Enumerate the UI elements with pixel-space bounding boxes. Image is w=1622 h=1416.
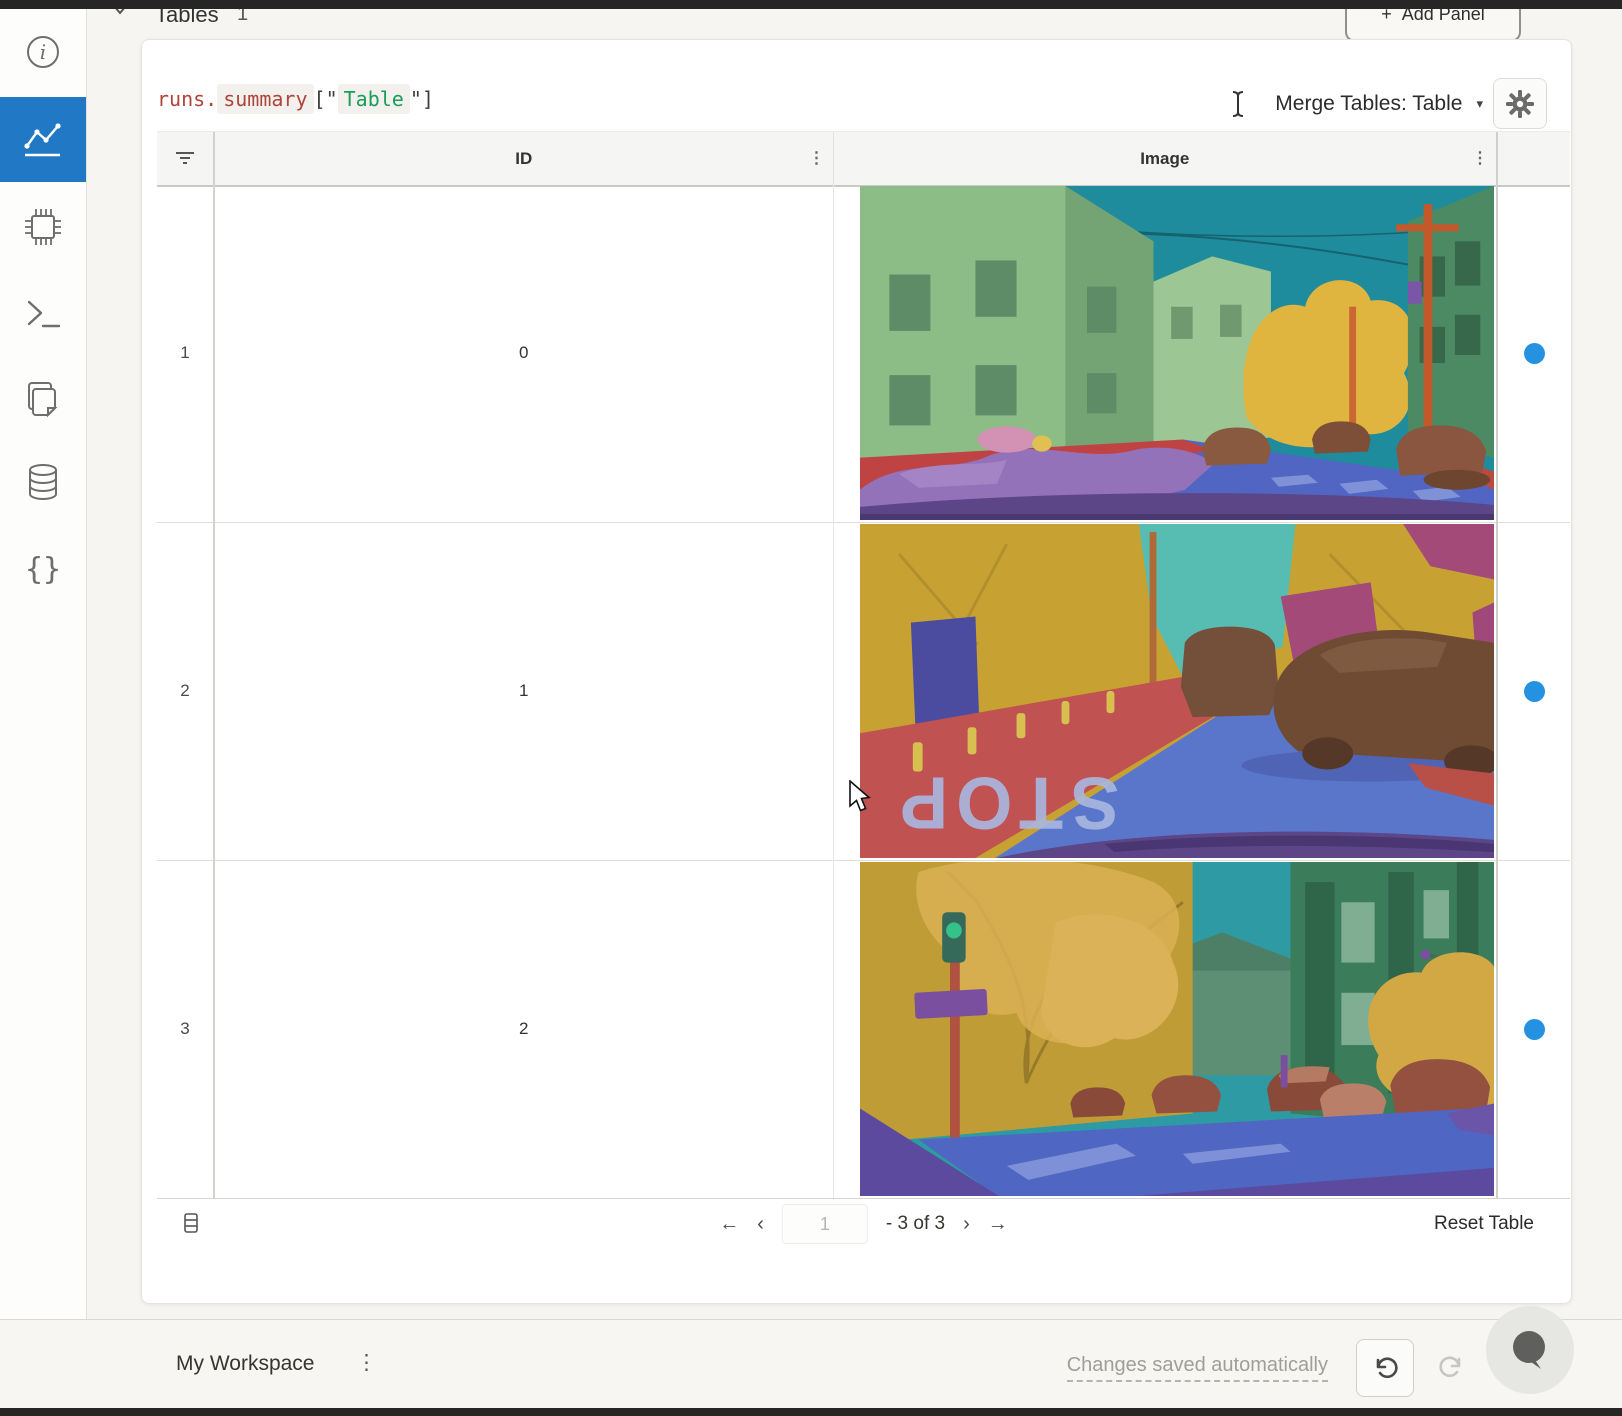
reset-table-button[interactable]: Reset Table xyxy=(1434,1213,1534,1235)
chart-icon xyxy=(19,118,67,162)
svg-text:STOP: STOP xyxy=(892,761,1119,844)
mouse-cursor xyxy=(848,780,874,814)
last-page-button[interactable]: → xyxy=(988,1213,1008,1236)
filter-cell[interactable] xyxy=(157,132,215,185)
column-header-id[interactable]: ID ⋮ xyxy=(215,132,833,185)
panel-settings-button[interactable] xyxy=(1493,78,1547,129)
chat-button[interactable] xyxy=(1486,1306,1574,1394)
sidebar-item-charts[interactable] xyxy=(0,97,86,182)
column-menu-icon[interactable]: ⋮ xyxy=(1472,151,1488,167)
pagination: ← ‹ 1 - 3 of 3 › → xyxy=(719,1204,1008,1244)
gear-icon xyxy=(1505,89,1535,119)
undo-icon xyxy=(1371,1354,1399,1382)
svg-text:i: i xyxy=(40,40,46,64)
rows-count-icon[interactable] xyxy=(184,1213,198,1233)
cell-row-select[interactable] xyxy=(1496,522,1570,860)
filter-icon xyxy=(175,151,195,167)
query-obj: runs xyxy=(157,87,205,111)
workspace-title[interactable]: My Workspace xyxy=(176,1352,314,1376)
cell-image[interactable]: STOP xyxy=(833,522,1497,860)
browser-bottom-strip xyxy=(0,1408,1622,1416)
workspace-menu-icon[interactable]: ⋮ xyxy=(356,1350,377,1375)
cell-image[interactable] xyxy=(833,184,1497,522)
row-number: 2 xyxy=(157,522,215,860)
row-number: 1 xyxy=(157,184,215,522)
cell-image[interactable] xyxy=(833,860,1497,1198)
segmentation-image-2: STOP xyxy=(860,524,1494,858)
cell-row-select[interactable] xyxy=(1496,184,1570,522)
info-icon[interactable]: i xyxy=(0,33,86,71)
browser-top-strip xyxy=(0,0,1622,9)
run-color-dot xyxy=(1524,1019,1545,1040)
chat-bubble-icon xyxy=(1507,1327,1553,1373)
column-header-image[interactable]: Image ⋮ xyxy=(833,132,1497,185)
undo-button[interactable] xyxy=(1356,1339,1414,1397)
redo-button[interactable] xyxy=(1424,1339,1480,1395)
run-color-dot xyxy=(1524,681,1545,702)
cell-row-select[interactable] xyxy=(1496,860,1570,1198)
next-page-button[interactable]: › xyxy=(963,1213,970,1236)
segmentation-image-1 xyxy=(860,186,1494,520)
table-footer: ← ‹ 1 - 3 of 3 › → Reset Table xyxy=(157,1198,1570,1249)
table-row: 1 0 xyxy=(157,184,1570,523)
table-row: 3 2 xyxy=(157,860,1570,1198)
query-method: summary xyxy=(217,84,313,114)
column-header-extra xyxy=(1496,132,1570,185)
query-key: Table xyxy=(338,84,410,114)
braces-icon[interactable]: {} xyxy=(0,547,86,591)
workspace-bar: My Workspace ⋮ Changes saved automatical… xyxy=(0,1319,1622,1409)
svg-text:{}: {} xyxy=(25,552,61,587)
terminal-icon[interactable] xyxy=(0,294,86,334)
table-header-row: ID ⋮ Image ⋮ xyxy=(157,131,1570,187)
text-cursor-icon xyxy=(1231,90,1245,118)
table-panel: runs.summary["Table"] Merge Tables: Tabl… xyxy=(141,39,1572,1304)
database-icon[interactable] xyxy=(0,461,86,503)
segmentation-image-3 xyxy=(860,862,1494,1196)
redo-icon xyxy=(1438,1353,1466,1381)
column-menu-icon[interactable]: ⋮ xyxy=(809,151,825,167)
first-page-button[interactable]: ← xyxy=(719,1213,739,1236)
left-sidebar: i xyxy=(0,9,87,1408)
page-number-input[interactable]: 1 xyxy=(782,1204,868,1244)
autosave-status: Changes saved automatically xyxy=(1067,1354,1328,1382)
cell-id: 1 xyxy=(215,522,833,860)
chevron-down-icon[interactable]: ▾ xyxy=(1476,96,1483,112)
panel-query[interactable]: runs.summary["Table"] xyxy=(157,87,434,111)
chip-icon[interactable] xyxy=(0,205,86,249)
copy-icon[interactable] xyxy=(0,377,86,421)
prev-page-button[interactable]: ‹ xyxy=(757,1213,764,1236)
merge-tables-dropdown[interactable]: Merge Tables: Table xyxy=(1275,92,1462,116)
page-range-label: - 3 of 3 xyxy=(886,1213,945,1235)
run-color-dot xyxy=(1524,343,1545,364)
cell-id: 0 xyxy=(215,184,833,522)
cell-id: 2 xyxy=(215,860,833,1198)
row-number: 3 xyxy=(157,860,215,1198)
